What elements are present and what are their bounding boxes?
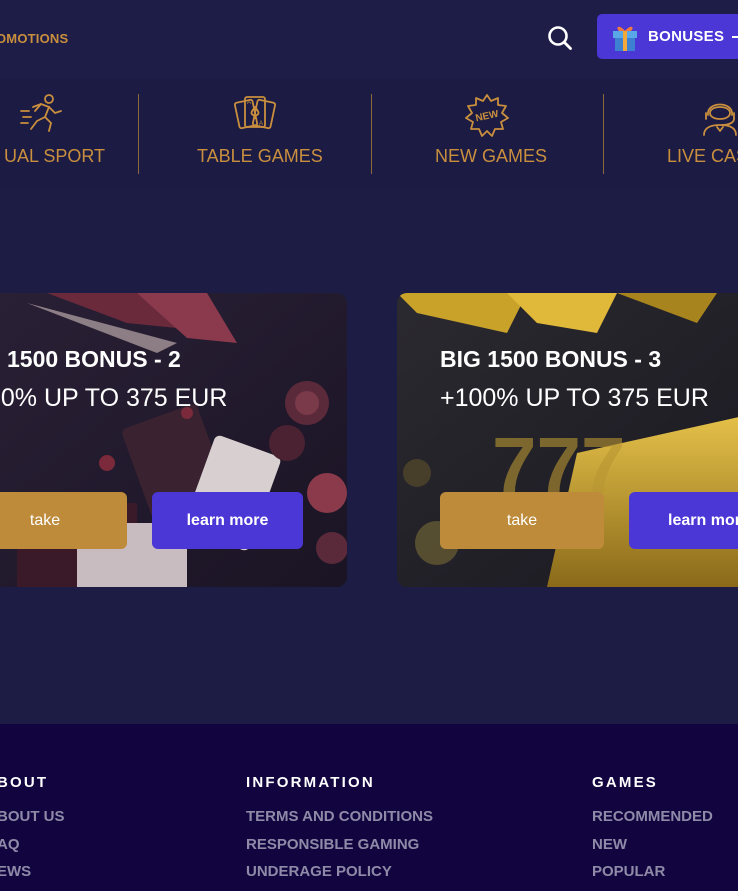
category-nav: UAL SPORT A A TABLE GAMES NEW NEW GAMES	[0, 78, 738, 190]
bonus-card: 1500 BONUS - 2 00% UP TO 375 EUR take le…	[0, 293, 347, 587]
take-button[interactable]: take	[0, 492, 127, 549]
svg-text:A: A	[259, 121, 263, 127]
footer-link-recommended[interactable]: RECOMMENDED	[592, 808, 713, 836]
runner-icon	[20, 94, 62, 132]
svg-text:NEW: NEW	[475, 109, 501, 125]
footer-column-games: GAMES RECOMMENDED NEW POPULAR	[592, 774, 713, 891]
new-badge-icon: NEW	[465, 94, 509, 137]
card-subtitle: +100% UP TO 375 EUR	[440, 384, 709, 412]
search-icon[interactable]	[545, 23, 575, 53]
footer-link-underage-policy[interactable]: UNDERAGE POLICY	[246, 863, 433, 891]
footer-heading: BOUT	[0, 774, 49, 791]
nav-divider	[371, 94, 372, 174]
site-footer: BOUT BOUT US AQ EWS INFORMATION TERMS AN…	[0, 724, 738, 891]
nav-divider	[603, 94, 604, 174]
bonuses-dash-icon	[732, 35, 738, 38]
footer-link-new[interactable]: NEW	[592, 836, 713, 864]
card-title: 1500 BONUS - 2	[7, 346, 181, 372]
footer-link-news[interactable]: EWS	[0, 863, 65, 891]
category-table-games[interactable]: A A TABLE GAMES	[145, 78, 365, 190]
bonuses-button[interactable]: BONUSES	[597, 14, 738, 59]
footer-column-about: BOUT BOUT US AQ EWS	[0, 774, 65, 891]
category-label: UAL SPORT	[4, 146, 106, 166]
category-new-games[interactable]: NEW NEW GAMES	[377, 78, 597, 190]
footer-column-information: INFORMATION TERMS AND CONDITIONS RESPONS…	[246, 774, 433, 891]
category-label: NEW GAMES	[435, 146, 548, 166]
bonus-card: 777 BIG 1500 BONUS - 3 +100% UP TO 375 E…	[397, 293, 738, 587]
footer-link-popular[interactable]: POPULAR	[592, 863, 713, 891]
footer-heading: INFORMATION	[246, 774, 375, 791]
nav-link-promotions[interactable]: OMOTIONS	[0, 31, 68, 46]
category-live-casino[interactable]: LIVE CAS	[610, 78, 738, 190]
footer-heading: GAMES	[592, 774, 659, 791]
svg-text:A: A	[247, 100, 251, 106]
bonuses-label: BONUSES	[648, 28, 725, 45]
dealer-icon	[703, 103, 737, 136]
learn-more-button[interactable]: learn more	[152, 492, 303, 549]
footer-link-responsible-gaming[interactable]: RESPONSIBLE GAMING	[246, 836, 433, 864]
category-label: LIVE CAS	[667, 146, 738, 166]
footer-link-faq[interactable]: AQ	[0, 836, 65, 864]
take-button[interactable]: take	[440, 492, 604, 549]
card-title: BIG 1500 BONUS - 3	[440, 346, 662, 372]
site-header: OMOTIONS BONUSES	[0, 0, 738, 78]
footer-link-terms[interactable]: TERMS AND CONDITIONS	[246, 808, 433, 836]
category-label: TABLE GAMES	[197, 146, 323, 166]
category-virtual-sport[interactable]: UAL SPORT	[0, 78, 152, 190]
nav-divider	[138, 94, 139, 174]
cards-icon: A A	[233, 96, 277, 130]
learn-more-button[interactable]: learn mor	[629, 492, 738, 549]
card-subtitle: 00% UP TO 375 EUR	[0, 384, 228, 412]
footer-link-about-us[interactable]: BOUT US	[0, 808, 65, 836]
gift-icon	[613, 26, 637, 51]
